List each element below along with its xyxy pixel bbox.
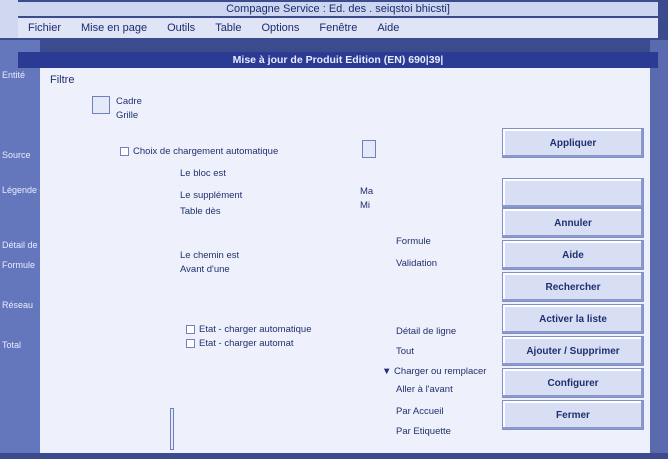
mid-label-1: Le supplément bbox=[180, 190, 243, 201]
menu-item-2[interactable]: Outils bbox=[157, 22, 205, 34]
right-list-1[interactable]: Tout bbox=[396, 346, 414, 357]
left-pane: Entité Source Légende de Détail de Formule Ré… bbox=[0, 40, 50, 459]
divider bbox=[170, 408, 174, 450]
right-list-0[interactable]: Détail de ligne bbox=[396, 326, 456, 337]
button-3[interactable]: Aide bbox=[502, 240, 644, 270]
right-label-0: Ma bbox=[360, 186, 374, 197]
triangle-icon: ▼ bbox=[382, 366, 395, 377]
right-label-1: Mi bbox=[360, 200, 371, 211]
button-1[interactable] bbox=[502, 178, 644, 208]
menu-item-5[interactable]: Fenêtre bbox=[309, 22, 367, 34]
right-list-5[interactable]: Par Etiquette bbox=[396, 426, 451, 437]
left-label-6: Total bbox=[2, 340, 22, 350]
radio-grille[interactable]: Grille bbox=[116, 110, 138, 121]
left-label-1: Source bbox=[2, 150, 31, 160]
button-4[interactable]: Rechercher bbox=[502, 272, 644, 302]
cb-item-0[interactable]: Etat - charger automatique bbox=[186, 324, 311, 335]
radio-cadre[interactable]: Cadre bbox=[116, 96, 142, 107]
button-2[interactable]: Annuler bbox=[502, 208, 644, 238]
right2-label-0: Formule bbox=[396, 236, 431, 247]
option-icon bbox=[92, 96, 110, 114]
menu-item-6[interactable]: Aide bbox=[367, 22, 409, 34]
cb-item-1[interactable]: Etat - charger automat bbox=[186, 338, 294, 349]
auto-load-checkbox[interactable]: Choix de chargement automatique bbox=[120, 146, 278, 157]
button-8[interactable]: Fermer bbox=[502, 400, 644, 430]
mid2-label-0: Le chemin est bbox=[180, 250, 240, 261]
left-label-3: Détail de bbox=[2, 240, 38, 250]
mid-label-2: Table dès bbox=[180, 206, 221, 217]
menu-item-1[interactable]: Mise en page bbox=[71, 22, 157, 34]
button-5[interactable]: Activer la liste bbox=[502, 304, 644, 334]
checkbox-box[interactable] bbox=[120, 146, 129, 156]
button-0[interactable]: Appliquer bbox=[502, 128, 644, 158]
button-6[interactable]: Ajouter / Supprimer bbox=[502, 336, 644, 366]
right-edge-panel bbox=[650, 40, 668, 459]
dialog-title: Mise à jour de Produit Edition (EN) 690|… bbox=[18, 52, 658, 68]
menu-item-4[interactable]: Options bbox=[251, 22, 309, 34]
button-7[interactable]: Configurer bbox=[502, 368, 644, 398]
checkbox-box[interactable] bbox=[186, 324, 195, 334]
left-label-0: Entité bbox=[2, 70, 26, 80]
left-label-4: Formule bbox=[2, 260, 36, 270]
right2-label-1: Validation bbox=[396, 258, 438, 269]
screen: { "app": {"title": "Compagne Service : E… bbox=[0, 0, 668, 459]
system-menu-box[interactable] bbox=[0, 0, 18, 38]
menu-item-3[interactable]: Table bbox=[205, 22, 251, 34]
mid-label-0: Le bloc est bbox=[180, 168, 226, 179]
mid2-label-1: Avant d'une bbox=[180, 264, 230, 275]
bottom-border bbox=[0, 453, 668, 459]
right-list-4[interactable]: Par Accueil bbox=[396, 406, 444, 417]
right-list-2[interactable]: ▼ Charger ou remplacer bbox=[382, 366, 486, 377]
checkbox-box[interactable] bbox=[186, 338, 195, 348]
filter-label: Filtre bbox=[50, 74, 75, 86]
dropdown-icon[interactable] bbox=[362, 140, 376, 158]
right-list-3[interactable]: Aller à l'avant bbox=[396, 384, 453, 395]
menu-item-0[interactable]: Fichier bbox=[18, 22, 71, 34]
menubar: Fichier Mise en page Outils Table Options Fen… bbox=[18, 18, 658, 38]
app-title: Compagne Service : Ed. des . seiqstoi bh… bbox=[18, 2, 658, 16]
left-label-5: Réseau bbox=[2, 300, 34, 310]
